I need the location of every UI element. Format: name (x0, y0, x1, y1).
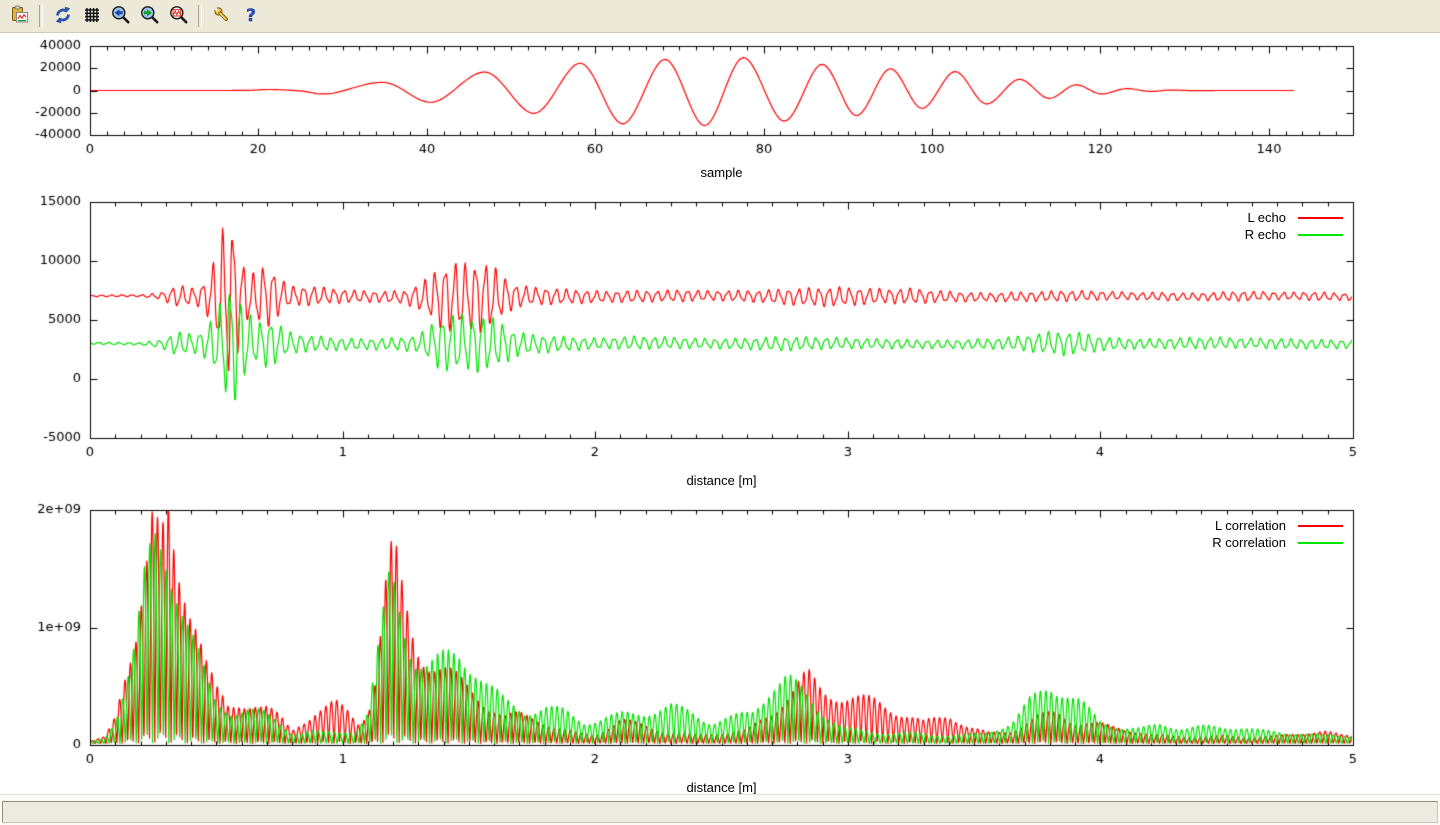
refresh-icon (53, 5, 73, 28)
echo-legend: L echo R echo (1245, 209, 1343, 243)
grid-icon (82, 5, 102, 28)
zoom-previous-button[interactable] (107, 3, 134, 30)
question-mark-icon: ? (241, 5, 261, 28)
copy-plot-button[interactable] (6, 3, 33, 30)
autoscale-button[interactable] (165, 3, 192, 30)
svg-text:?: ? (246, 6, 256, 25)
echo-xaxis-title: distance [m] (90, 473, 1353, 488)
zoom-next-button[interactable] (136, 3, 163, 30)
l-correlation-legend-keyline (1298, 525, 1343, 527)
wrench-icon (212, 5, 232, 28)
toolbar-separator (198, 5, 202, 27)
status-bar (0, 794, 1440, 825)
excitation-xaxis-title: sample (90, 165, 1353, 180)
correlation-legend: L correlation R correlation (1212, 517, 1343, 551)
zoom-fit-icon (169, 5, 189, 28)
toggle-grid-button[interactable] (78, 3, 105, 30)
correlation-xaxis-title: distance [m] (90, 780, 1353, 795)
legend-entry: L echo (1247, 209, 1343, 226)
zoom-forward-icon (140, 5, 160, 28)
help-button[interactable]: ? (237, 3, 264, 30)
r-echo-legend-keyline (1298, 234, 1343, 236)
status-panel (2, 801, 1438, 823)
replot-button[interactable] (49, 3, 76, 30)
plot-canvas[interactable] (0, 0, 1440, 795)
legend-entry: R correlation (1212, 534, 1343, 551)
l-echo-legend-keyline (1298, 217, 1343, 219)
r-correlation-legend-keyline (1298, 542, 1343, 544)
clipboard-chart-icon (10, 5, 30, 28)
r-echo-legend-label: R echo (1245, 227, 1286, 242)
l-echo-legend-label: L echo (1247, 210, 1286, 225)
toolbar: ? (0, 0, 1440, 33)
legend-entry: L correlation (1215, 517, 1343, 534)
legend-entry: R echo (1245, 226, 1343, 243)
configure-button[interactable] (208, 3, 235, 30)
r-correlation-legend-label: R correlation (1212, 535, 1286, 550)
l-correlation-legend-label: L correlation (1215, 518, 1286, 533)
zoom-back-icon (111, 5, 131, 28)
toolbar-separator (39, 5, 43, 27)
